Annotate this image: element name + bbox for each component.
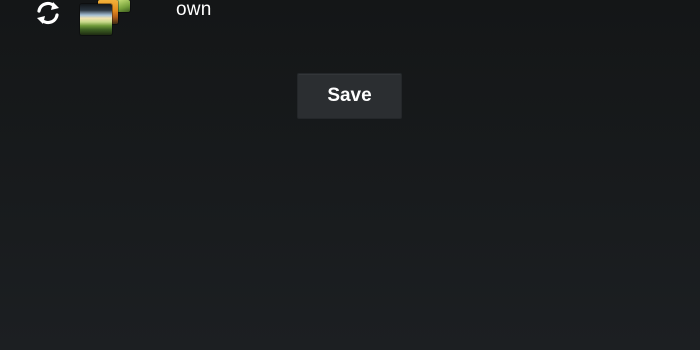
photo-stack-icon [78,0,138,38]
option-label: own [176,0,212,20]
refresh-icon[interactable] [33,0,63,26]
thumbnail-front [80,4,112,35]
save-button[interactable]: Save [297,73,402,119]
wallpaper-option-row[interactable]: own [0,0,700,40]
thumbnail-back [116,0,130,12]
